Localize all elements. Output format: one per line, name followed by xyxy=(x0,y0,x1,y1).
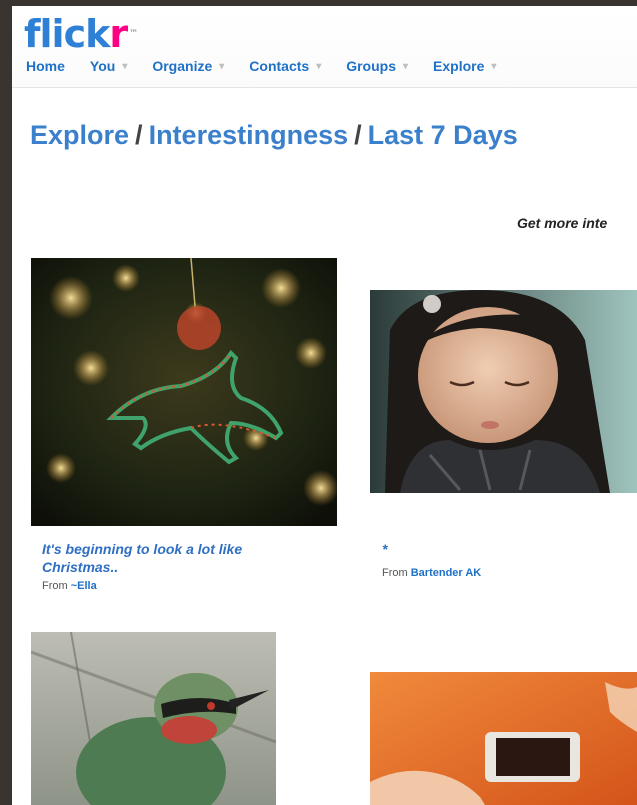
nav-you[interactable]: You ▾ xyxy=(90,58,127,74)
breadcrumb-last-7-days: Last 7 Days xyxy=(367,120,518,150)
nav-organize[interactable]: Organize ▾ xyxy=(152,58,224,74)
chevron-down-icon[interactable]: ▾ xyxy=(219,61,224,72)
header: flickr ™ Home You ▾ Organize ▾ Contacts ▾… xyxy=(12,6,637,88)
photo-attribution: From ~Ella xyxy=(42,577,332,595)
get-more-interesting-link[interactable]: Get more inte xyxy=(517,215,607,231)
breadcrumb-separator: / xyxy=(354,120,362,150)
breadcrumb-separator: / xyxy=(135,120,143,150)
nav-you-label: You xyxy=(89,58,116,74)
chevron-down-icon[interactable]: ▾ xyxy=(491,61,496,72)
photo-attribution: From Bartender AK xyxy=(382,564,632,582)
photo-title-line1: It's beginning to look a lot like xyxy=(42,541,243,557)
page-title: Explore / Interestingness / Last 7 Days xyxy=(30,120,518,151)
photo-girl[interactable] xyxy=(370,290,637,493)
from-label: From xyxy=(382,567,408,579)
photo-title-link[interactable]: * xyxy=(382,540,632,558)
nav-contacts-label: Contacts xyxy=(249,58,310,74)
breadcrumb-interestingness[interactable]: Interestingness xyxy=(149,120,349,150)
photo-title-line2: Christmas.. xyxy=(42,559,119,575)
photo-christmas-ornament[interactable] xyxy=(31,258,337,526)
photo-bird-image xyxy=(31,632,276,805)
photo-phone[interactable] xyxy=(370,672,637,805)
nav-contacts[interactable]: Contacts ▾ xyxy=(249,58,321,74)
main-nav: Home You ▾ Organize ▾ Contacts ▾ Groups … xyxy=(26,58,521,74)
logo-tm: ™ xyxy=(129,29,138,39)
nav-home-label: Home xyxy=(26,58,65,74)
nav-groups-label: Groups xyxy=(346,58,396,74)
photo-bird[interactable] xyxy=(31,632,276,805)
chevron-down-icon[interactable]: ▾ xyxy=(403,61,408,72)
flickr-logo[interactable]: flickr ™ xyxy=(24,12,138,56)
photo-christmas-ornament-image xyxy=(31,258,337,526)
logo-text-r: r xyxy=(109,12,128,56)
photo-owner-link[interactable]: ~Ella xyxy=(71,580,97,592)
nav-explore[interactable]: Explore ▾ xyxy=(433,58,496,74)
chevron-down-icon[interactable]: ▾ xyxy=(316,61,321,72)
nav-explore-label: Explore xyxy=(433,58,485,74)
breadcrumb-explore[interactable]: Explore xyxy=(30,120,129,150)
photo-owner-link[interactable]: Bartender AK xyxy=(411,567,482,579)
photo-phone-image xyxy=(370,672,637,805)
logo-text-flick: flick xyxy=(24,12,110,56)
photo-girl-image xyxy=(370,290,637,493)
photo-title-line1: * xyxy=(382,541,388,557)
from-label: From xyxy=(42,580,68,592)
chevron-down-icon[interactable]: ▾ xyxy=(122,61,127,72)
nav-organize-label: Organize xyxy=(152,58,213,74)
page: flickr ™ Home You ▾ Organize ▾ Contacts ▾… xyxy=(12,6,637,805)
nav-home[interactable]: Home xyxy=(26,58,65,74)
photo-caption: It's beginning to look a lot like Christ… xyxy=(42,540,332,595)
photo-caption: * From Bartender AK xyxy=(382,540,632,582)
photo-title-link[interactable]: It's beginning to look a lot like Christ… xyxy=(42,540,332,576)
nav-groups[interactable]: Groups ▾ xyxy=(346,58,408,74)
